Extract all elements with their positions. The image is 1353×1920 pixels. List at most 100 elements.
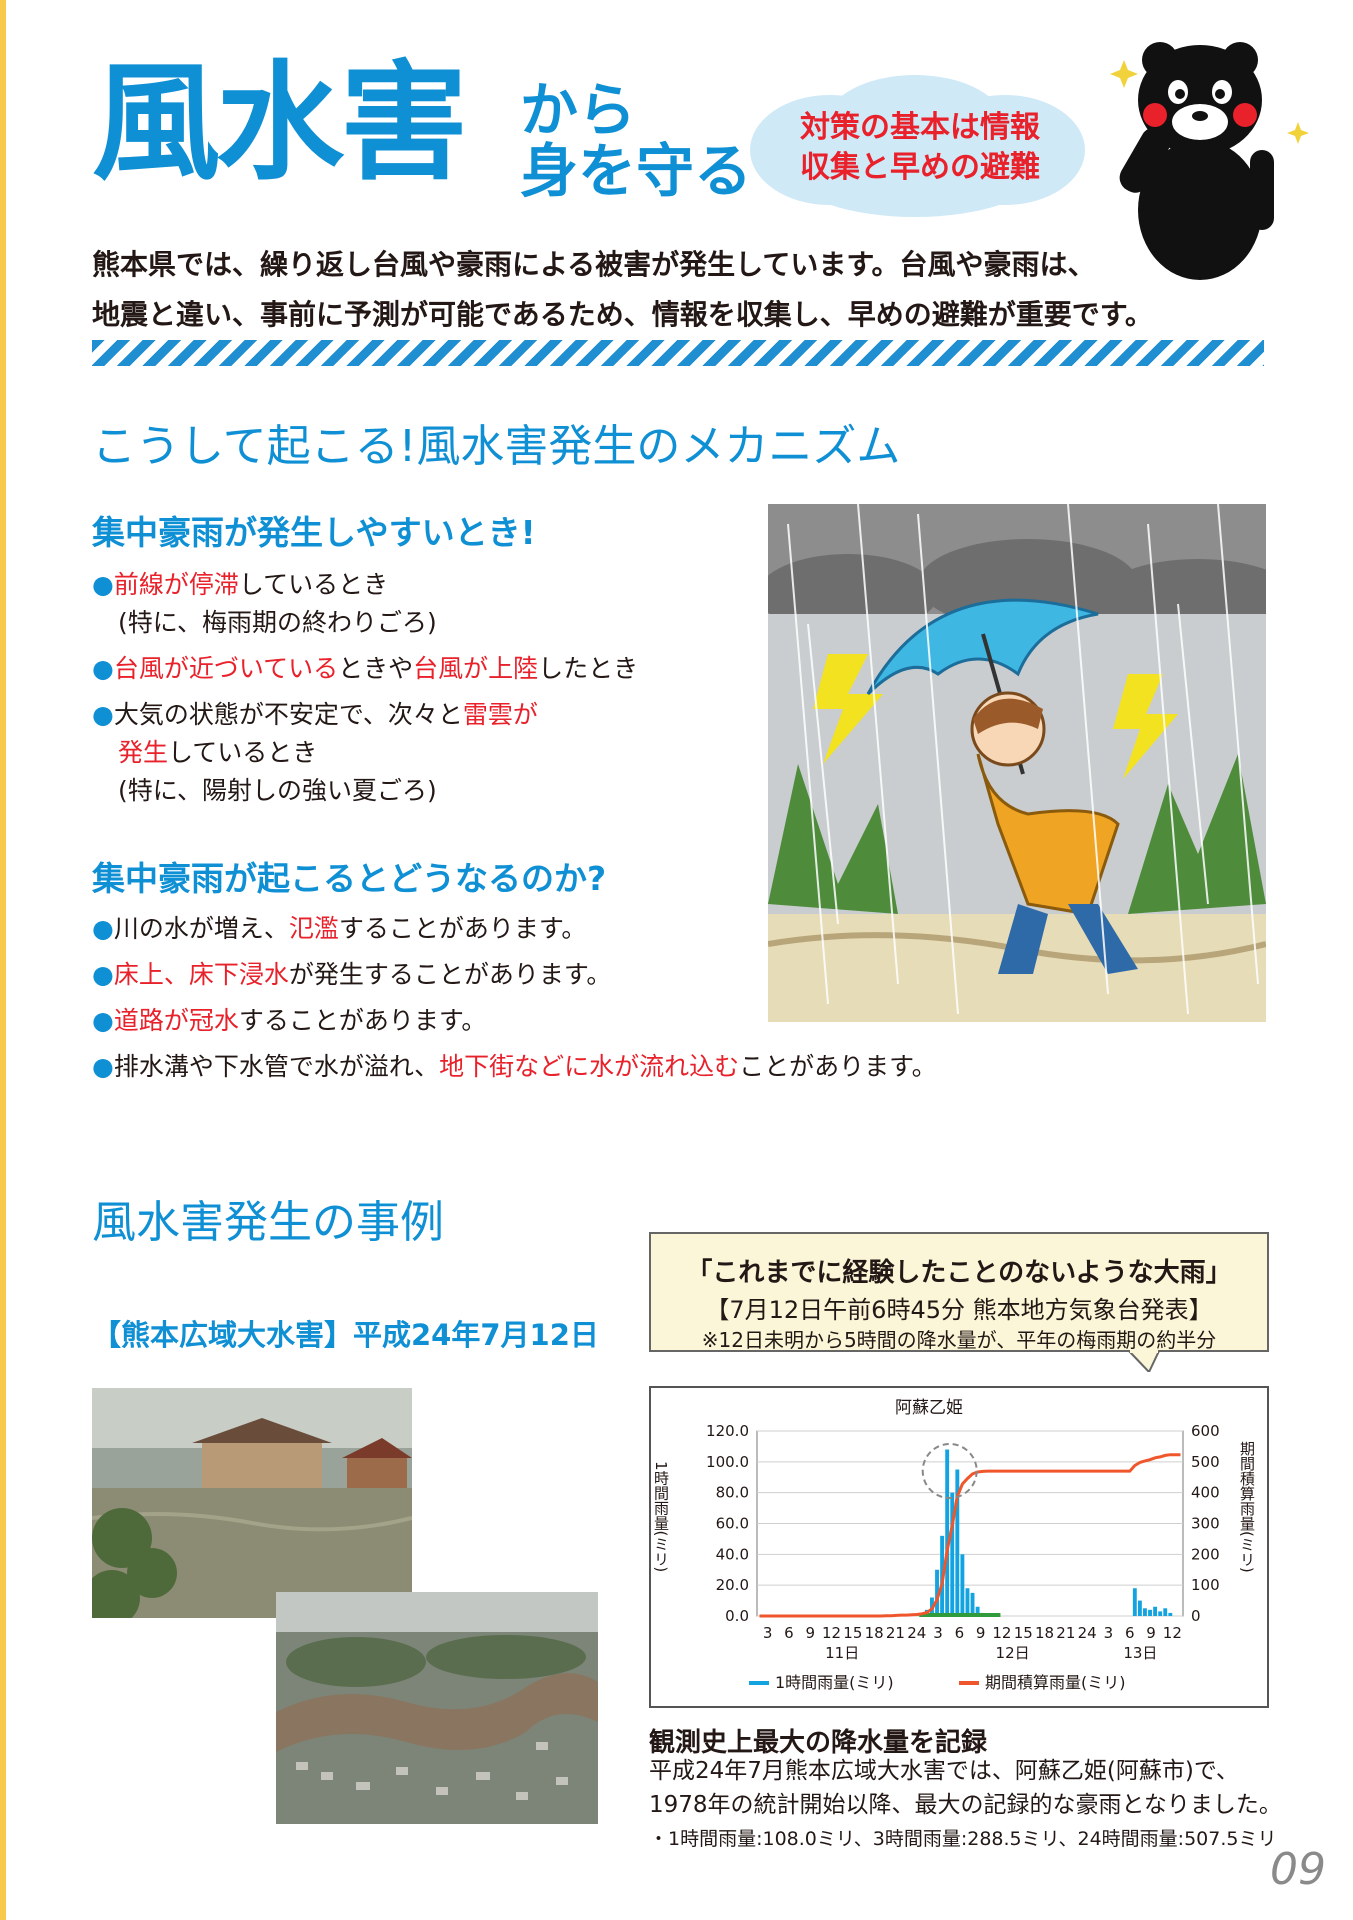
x-tick-label: 6	[955, 1624, 965, 1642]
rain-bar	[970, 1592, 975, 1616]
rain-bar	[1168, 1612, 1173, 1616]
y-axis-label: 1時間雨量(ミリ)	[652, 1461, 670, 1572]
striped-divider	[92, 340, 1264, 366]
list-item: ●台風が近づいているときや台風が上陸したとき	[92, 650, 752, 688]
item-text: が発生することがあります。	[288, 960, 612, 989]
legend-line-swatch	[959, 1681, 979, 1685]
x-tick-label: 18	[865, 1624, 884, 1642]
page-edge-bar	[0, 0, 6, 1920]
rain-bar	[945, 1449, 950, 1616]
subtitle-line-1: から	[520, 76, 637, 144]
highlight-text: 台風が近づいている	[113, 654, 339, 683]
y-tick-label: 80.0	[716, 1484, 749, 1502]
callout-note: ※12日未明から5時間の降水量が、平年の梅雨期の約半分	[701, 1328, 1217, 1352]
rainfall-chart: 阿蘇乙姫 12 0.0 600 100.0 500 80.0 400 60.0 300 40.0 2…	[649, 1386, 1269, 1708]
y2-tick-label: 300	[1191, 1515, 1220, 1533]
x-tick-label: 9	[1146, 1624, 1156, 1642]
rain-bar	[1163, 1608, 1168, 1616]
x-tick-label: 3	[933, 1624, 943, 1642]
y2-tick-label: 200	[1191, 1545, 1220, 1563]
y2-tick-label: 100	[1191, 1576, 1220, 1594]
item-text: することがあります。	[238, 1006, 487, 1035]
day-label: 13日	[1123, 1644, 1157, 1662]
item-text: しているとき	[238, 570, 389, 599]
page-subtitle: から 身を守る	[520, 80, 752, 202]
highlight-text: 発生	[118, 738, 169, 767]
x-tick-label: 3	[1104, 1624, 1114, 1642]
y-tick-label: 100.0	[706, 1453, 749, 1471]
highlight-text: 台風が上陸	[413, 654, 539, 683]
bullet-icon: ●	[92, 1052, 114, 1081]
chart-title: 阿蘇乙姫	[895, 1398, 963, 1418]
rain-bar	[965, 1588, 970, 1616]
item-text: 大気の状態が不安定で、次々と	[113, 700, 463, 729]
rainstorm-illustration	[768, 504, 1266, 1022]
rain-bar	[1158, 1611, 1163, 1616]
callout-subtitle: 【7月12日午前6時45分 熊本地方気象台発表】	[705, 1296, 1213, 1324]
rain-bar	[960, 1554, 965, 1616]
item-text: したとき	[538, 654, 639, 683]
highlight-text: 氾濫	[288, 914, 339, 943]
observation-line-1: 平成24年7月熊本広域大水害では、阿蘇乙姫(阿蘇市)で、	[649, 1758, 1239, 1784]
x-tick-label: 12	[822, 1624, 841, 1642]
rain-bar	[1132, 1588, 1137, 1616]
list-note: (特に、梅雨期の終わりごろ)	[118, 608, 437, 637]
x-tick-label: 9	[976, 1624, 986, 1642]
observation-line-2: 1978年の統計開始以降、最大の記録的な豪雨となりました。	[649, 1792, 1282, 1818]
x-tick-label: 9	[805, 1624, 815, 1642]
intro-line-2: 地震と違い、事前に予測が可能であるため、情報を収集し、早めの避難が重要です。	[92, 298, 1153, 331]
rain-bar	[1148, 1609, 1152, 1616]
legend-label-hourly: 1時間雨量(ミリ)	[775, 1673, 894, 1692]
y-tick-label: 40.0	[716, 1545, 749, 1563]
list-item-continued: 発生しているとき	[92, 734, 752, 772]
list-item: ●排水溝や下水管で水が溢れ、地下街などに水が流れ込むことがあります。	[92, 1048, 1092, 1086]
x-tick-label: 15	[843, 1624, 862, 1642]
x-tick-label: 21	[886, 1624, 905, 1642]
y2-tick-label: 0	[1191, 1607, 1201, 1625]
item-text: ときや	[338, 654, 414, 683]
y-tick-label: 0.0	[725, 1607, 749, 1625]
y-tick-label: 20.0	[716, 1576, 749, 1594]
day-label: 12日	[996, 1644, 1030, 1662]
cloud-message: 対策の基本は情報 収集と早めの避難	[770, 108, 1070, 188]
flooded-houses-photo	[92, 1388, 412, 1618]
x-tick-label: 12	[1163, 1624, 1182, 1642]
page-number: 09	[1270, 1844, 1326, 1895]
day-label: 11日	[825, 1644, 859, 1662]
x-tick-label: 21	[1056, 1624, 1075, 1642]
bullet-icon: ●	[92, 960, 114, 989]
bullet-icon: ●	[92, 700, 114, 729]
aerial-flood-photo	[276, 1592, 598, 1824]
observation-text: 平成24年7月熊本広域大水害では、阿蘇乙姫(阿蘇市)で、 1978年の統計開始以…	[649, 1754, 1289, 1856]
x-tick-label: 12	[992, 1624, 1011, 1642]
x-tick-label: 15	[1014, 1624, 1033, 1642]
when-list: ●前線が停滞しているとき (特に、梅雨期の終わりごろ) ●台風が近づいているとき…	[92, 566, 752, 810]
list-note: (特に、陽射しの強い夏ごろ)	[118, 776, 437, 805]
highlight-text: 道路が冠水	[113, 1006, 239, 1035]
highlight-text: 雷雲が	[462, 700, 538, 729]
bullet-icon: ●	[92, 914, 114, 943]
y2-tick-label: 600	[1191, 1422, 1220, 1440]
list-item: ●前線が停滞しているとき	[92, 566, 752, 604]
intro-line-1: 熊本県では、繰り返し台風や豪雨による被害が発生しています。台風や豪雨は、	[92, 248, 1096, 281]
mechanism-section-title: こうして起こる!風水害発生のメカニズム	[92, 421, 901, 472]
y2-axis-label: 期間積算雨量(ミリ)	[1238, 1441, 1256, 1573]
item-text: 排水溝や下水管で水が溢れ、	[113, 1052, 440, 1081]
legend-label-cumulative: 期間積算雨量(ミリ)	[985, 1673, 1126, 1692]
event-heading: 【熊本広域大水害】平成24年7月12日	[92, 1318, 599, 1352]
rain-bar	[1137, 1600, 1142, 1616]
highlight-period-bar	[919, 1613, 1001, 1617]
legend-bar-swatch	[749, 1681, 769, 1685]
y2-tick-label: 400	[1191, 1484, 1220, 1502]
result-heading: 集中豪雨が起こるとどうなるのか?	[92, 859, 607, 898]
rain-bar	[1153, 1606, 1158, 1616]
bullet-icon: ●	[92, 570, 114, 599]
y-tick-label: 60.0	[716, 1515, 749, 1533]
when-heading: 集中豪雨が発生しやすいとき!	[92, 513, 536, 552]
y2-tick-label: 500	[1191, 1453, 1220, 1471]
x-tick-label: 24	[907, 1624, 926, 1642]
callout-title: 「これまでに経験したことのないような大雨」	[686, 1258, 1232, 1288]
x-tick-label: 24	[1078, 1624, 1097, 1642]
page-title: 風水害	[92, 49, 468, 198]
bullet-icon: ●	[92, 1006, 114, 1035]
